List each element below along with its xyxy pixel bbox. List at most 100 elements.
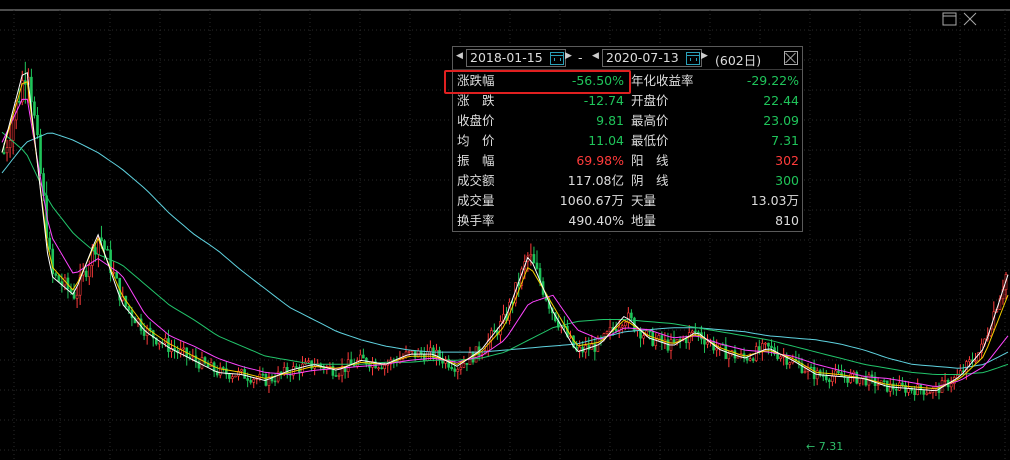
candle-down (127, 306, 131, 311)
stat-label: 涨 跌 (457, 93, 495, 108)
candle-down (882, 380, 886, 383)
candle-down (767, 342, 770, 347)
stats-row: 收盘价 9.81 最高价 23.09 (453, 111, 802, 131)
candle-down (450, 366, 454, 370)
stat-value: 302 (775, 153, 799, 168)
candle-up (359, 354, 362, 361)
end-date-field[interactable]: 2020-07-13 (602, 49, 702, 67)
stat-value: 7.31 (771, 133, 799, 148)
candle-up (499, 321, 502, 336)
candle-down (532, 254, 536, 264)
candle-up (779, 356, 782, 359)
candle-down (261, 373, 265, 376)
candle-down (453, 368, 457, 372)
candle-up (462, 362, 466, 368)
candle-up (788, 362, 792, 365)
stat-label: 阳 线 (631, 153, 669, 168)
candle-down (167, 338, 170, 352)
candle-down (142, 330, 146, 336)
candle-down (614, 328, 618, 332)
popup-close-icon[interactable] (784, 51, 798, 65)
stat-label: 换手率 (457, 213, 495, 228)
stat-value: -12.74 (583, 93, 624, 108)
candle-up (727, 353, 731, 360)
candle-down (100, 237, 103, 242)
start-date-value: 2018-01-15 (470, 50, 543, 65)
stat-label: 阴 线 (631, 173, 669, 188)
candle-up (337, 374, 341, 377)
restore-icon[interactable] (942, 11, 958, 27)
stats-row: 均 价 11.04 最低价 7.31 (453, 131, 802, 151)
candle-down (228, 373, 231, 379)
candle-up (328, 366, 332, 368)
candle-up (605, 331, 609, 334)
candle-down (422, 353, 426, 361)
stat-label: 最低价 (631, 133, 669, 148)
candle-up (925, 392, 929, 395)
candle-up (240, 369, 243, 372)
start-date-next-arrow[interactable]: ▶ (565, 51, 572, 61)
candle-up (407, 350, 411, 353)
close-icon[interactable] (962, 11, 978, 27)
stats-row: 成交量 1060.67万 天量 13.03万 (453, 191, 802, 211)
candle-down (770, 345, 773, 348)
candle-down (751, 358, 755, 361)
candle-down (349, 359, 353, 365)
candle-up (876, 384, 880, 386)
candle-down (864, 375, 868, 386)
candle-up (928, 392, 932, 395)
candle-up (974, 360, 977, 363)
candle-up (642, 335, 645, 339)
stat-value: 490.40% (568, 213, 624, 228)
candle-up (968, 359, 971, 362)
candle-up (803, 371, 807, 373)
stat-value: 22.44 (763, 93, 799, 108)
candle-up (608, 327, 612, 332)
candle-down (493, 330, 496, 332)
stat-value: -29.22% (746, 73, 799, 88)
candle-up (943, 379, 947, 382)
low-price-marker: ← 7.31 (806, 440, 844, 453)
candle-down (36, 115, 39, 136)
stat-value: 810 (775, 213, 799, 228)
stat-label: 年化收益率 (631, 73, 694, 88)
candle-down (922, 389, 926, 395)
candle-down (870, 374, 874, 378)
candle-down (593, 343, 597, 352)
start-date-field[interactable]: 2018-01-15 (466, 49, 566, 67)
candle-down (694, 330, 697, 333)
candle-up (11, 119, 15, 141)
candle-up (849, 373, 852, 383)
candle-up (75, 294, 79, 299)
candle-down (334, 375, 338, 377)
candle-down (249, 380, 252, 383)
stat-label: 成交额 (457, 173, 495, 188)
candle-down (33, 101, 36, 116)
candle-up (5, 147, 9, 154)
candle-up (529, 254, 533, 257)
candle-down (465, 362, 469, 365)
stat-label: 天量 (631, 193, 657, 208)
end-date-prev-arrow[interactable]: ◀ (592, 51, 599, 61)
candle-up (578, 346, 581, 351)
candle-up (383, 364, 386, 369)
candle-down (648, 330, 651, 333)
candle-down (380, 367, 383, 370)
start-date-prev-arrow[interactable]: ◀ (456, 51, 463, 61)
candle-down (471, 352, 475, 363)
calendar-icon[interactable] (686, 52, 700, 65)
candle-down (837, 370, 840, 374)
candle-down (51, 248, 55, 275)
stat-label: 最高价 (631, 113, 669, 128)
candle-down (221, 367, 225, 370)
candle-down (30, 76, 33, 103)
date-range-bar: ◀ 2018-01-15 ▶ - ◀ 2020-07-13 ▶ (602日) (453, 47, 802, 70)
stats-row: 成交额 117.08亿阴 线 300 (453, 171, 802, 191)
candle-up (706, 341, 709, 345)
candle-up (691, 330, 694, 333)
calendar-icon[interactable] (550, 52, 564, 65)
end-date-next-arrow[interactable]: ▶ (701, 51, 708, 61)
candle-down (57, 275, 61, 282)
stat-label: 均 价 (457, 133, 495, 148)
candle-up (858, 377, 862, 384)
